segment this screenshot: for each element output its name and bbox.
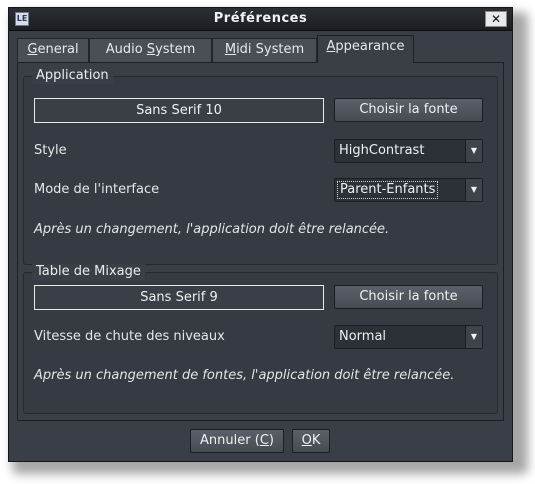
application-choose-font-button[interactable]: Choisir la fonte (334, 98, 483, 122)
appearance-panel: Application Sans Serif 10 Choisir la fon… (17, 62, 504, 421)
tab-midi-system[interactable]: Midi System (212, 38, 317, 62)
window-title: Préférences (213, 11, 308, 26)
tab-bar: General Audio System Midi System Appeara… (17, 35, 504, 63)
mixer-restart-note: Après un changement de fontes, l'applica… (34, 368, 455, 383)
interface-mode-label: Mode de l'interface (34, 182, 160, 197)
level-falloff-label: Vitesse de chute des niveaux (34, 329, 225, 344)
tab-appearance[interactable]: Appearance (317, 35, 414, 63)
preferences-dialog: LE Préférences ✕ General Audio System Mi… (8, 7, 513, 462)
chevron-down-icon[interactable]: ▼ (465, 179, 482, 201)
interface-mode-select-value: Parent-Enfants (337, 181, 439, 199)
level-falloff-select-value: Normal (339, 329, 387, 344)
close-icon[interactable]: ✕ (485, 11, 507, 27)
application-group: Application Sans Serif 10 Choisir la fon… (23, 68, 498, 265)
mixer-choose-font-button[interactable]: Choisir la fonte (334, 285, 483, 309)
style-label: Style (34, 143, 67, 158)
style-select-value: HighContrast (339, 143, 425, 158)
chevron-down-icon[interactable]: ▼ (465, 140, 482, 162)
mixer-group: Table de Mixage Sans Serif 9 Choisir la … (23, 264, 498, 414)
cancel-button[interactable]: Annuler (C) (190, 429, 284, 453)
title-bar[interactable]: LE Préférences ✕ (9, 8, 512, 31)
ok-button[interactable]: OK (292, 429, 330, 453)
application-font-display: Sans Serif 10 (34, 98, 324, 123)
level-falloff-select[interactable]: Normal ▼ (334, 325, 483, 349)
mixer-font-display: Sans Serif 9 (34, 285, 324, 310)
application-legend: Application (32, 68, 113, 84)
style-select[interactable]: HighContrast ▼ (334, 139, 483, 163)
tab-audio-system[interactable]: Audio System (89, 38, 212, 62)
tab-general[interactable]: General (17, 38, 89, 62)
mixer-legend: Table de Mixage (32, 264, 145, 280)
chevron-down-icon[interactable]: ▼ (465, 326, 482, 348)
application-restart-note: Après un changement, l'application doit … (34, 222, 390, 237)
interface-mode-select[interactable]: Parent-Enfants ▼ (334, 178, 483, 202)
